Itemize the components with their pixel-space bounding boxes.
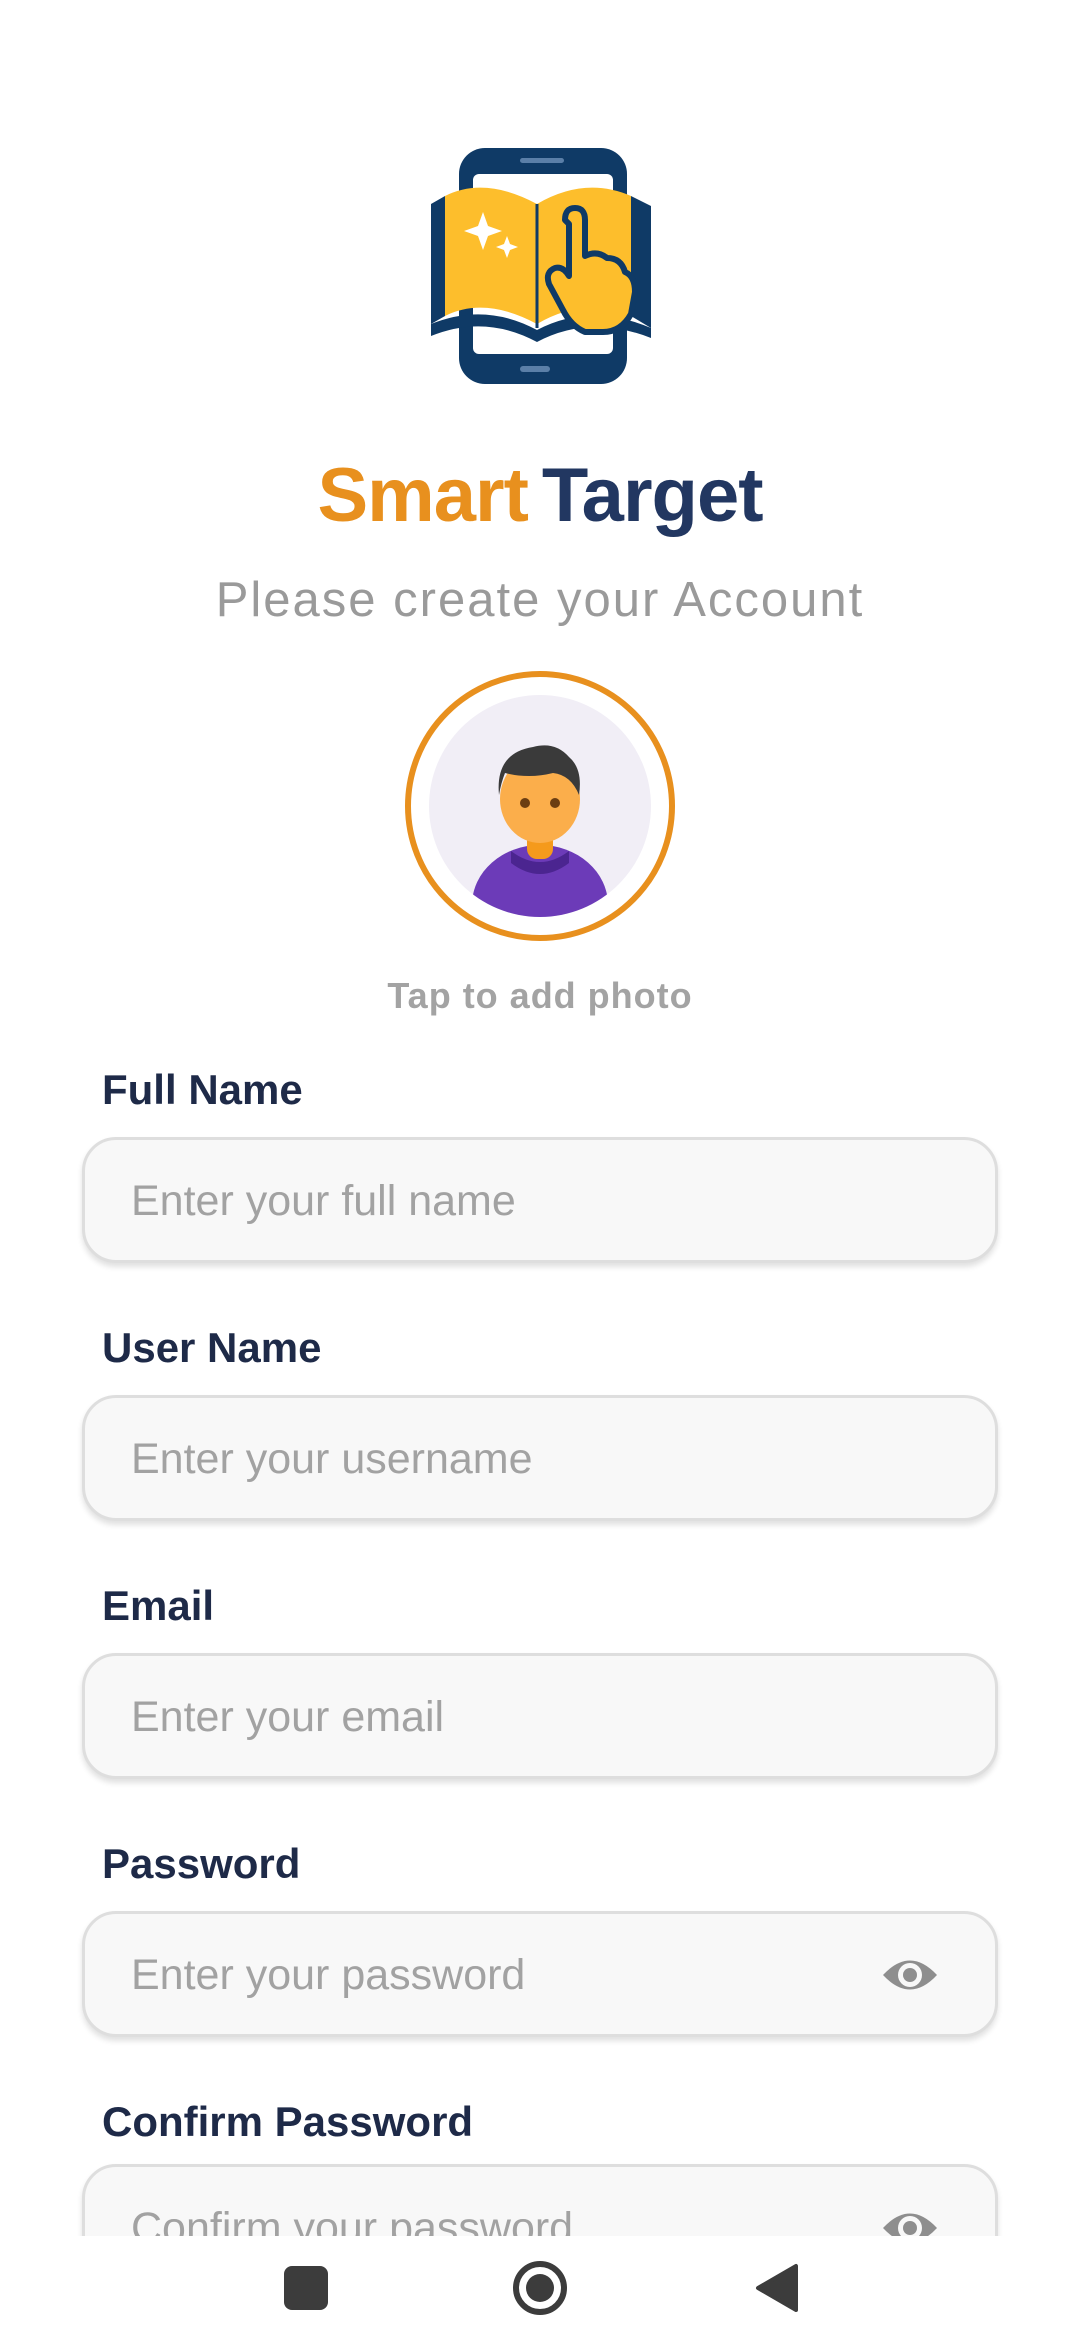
email-label: Email	[102, 1582, 215, 1629]
password-input[interactable]	[129, 1914, 893, 2036]
app-title-smart: Smart	[317, 453, 528, 538]
tap-to-add-photo-label[interactable]: Tap to add photo	[0, 972, 1080, 1020]
confirm-password-input[interactable]	[129, 2167, 893, 2236]
app-title-target: Target	[541, 453, 764, 538]
confirm-password-field[interactable]	[82, 2164, 998, 2236]
avatar-picker[interactable]	[405, 671, 675, 941]
user-name-input[interactable]	[129, 1398, 893, 1520]
user-name-field[interactable]	[82, 1395, 998, 1521]
triangle-back-icon[interactable]	[750, 2260, 806, 2316]
system-navigation-bar	[0, 2236, 1080, 2340]
app-logo-icon	[431, 148, 651, 384]
confirm-password-label: Confirm Password	[102, 2098, 474, 2145]
full-name-label: Full Name	[102, 1066, 303, 1113]
circle-home-icon[interactable]	[512, 2260, 568, 2316]
email-field[interactable]	[82, 1653, 998, 1779]
square-icon[interactable]	[278, 2260, 334, 2316]
avatar-placeholder	[429, 695, 651, 917]
user-avatar-icon	[472, 745, 608, 917]
full-name-input[interactable]	[129, 1140, 893, 1262]
full-name-field[interactable]	[82, 1137, 998, 1263]
scroll-content[interactable]: Smart Target Please create your Account T…	[0, 0, 1080, 2236]
eye-icon[interactable]	[881, 2203, 939, 2236]
password-label: Password	[102, 1840, 301, 1887]
eye-icon[interactable]	[881, 1950, 939, 2000]
user-name-label: User Name	[102, 1324, 322, 1371]
password-field[interactable]	[82, 1911, 998, 2037]
page-subtitle: Please create your Account	[215, 573, 865, 627]
app-title: Smart Target	[0, 448, 1080, 544]
email-input[interactable]	[129, 1656, 893, 1778]
